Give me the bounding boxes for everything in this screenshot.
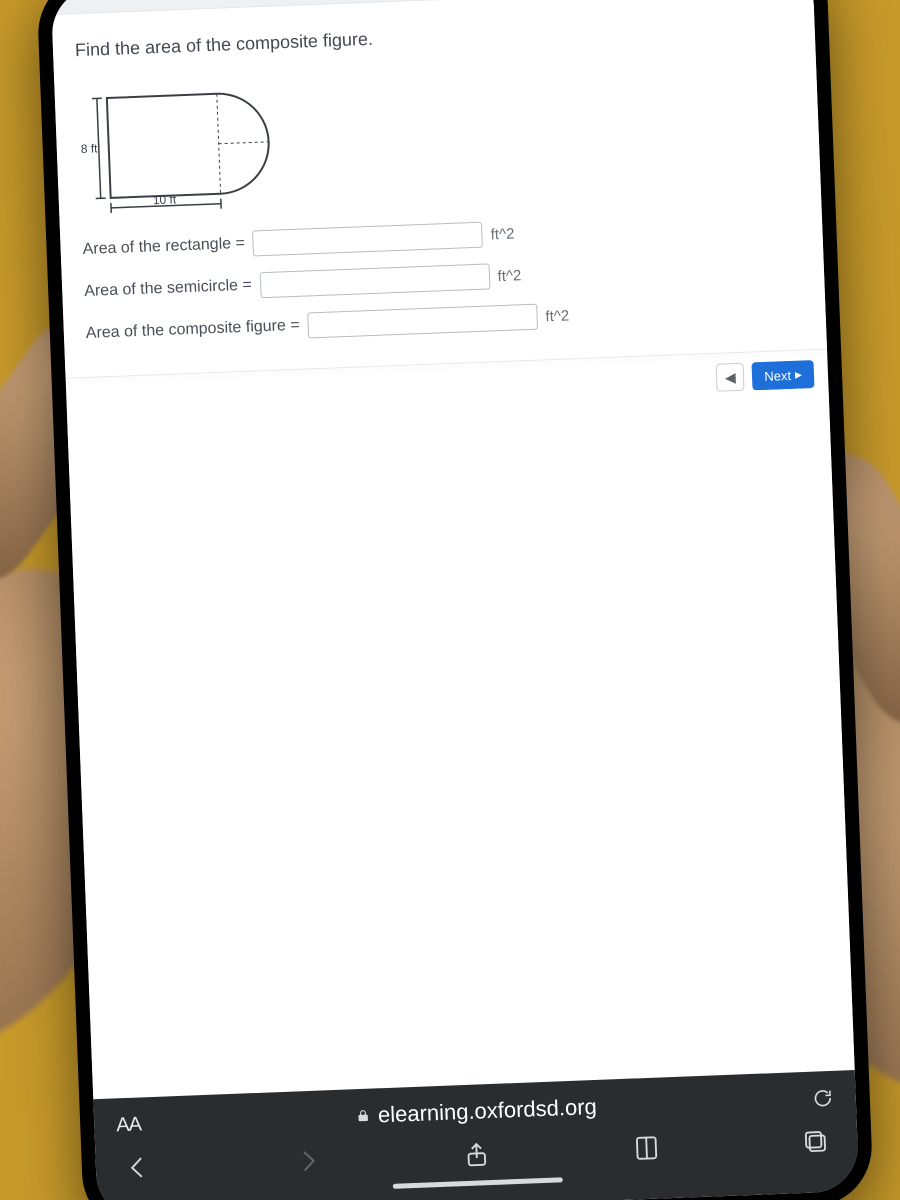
- back-icon[interactable]: [123, 1153, 152, 1182]
- unit-label: ft^2: [490, 225, 514, 243]
- home-indicator[interactable]: [393, 1177, 563, 1189]
- answer-label: Area of the semicircle =: [84, 277, 252, 301]
- forward-icon[interactable]: [293, 1147, 322, 1176]
- answer-row-composite: Area of the composite figure = ft^2: [85, 293, 803, 347]
- chevron-left-icon: ◀: [725, 369, 736, 386]
- next-button-label: Next: [764, 367, 791, 383]
- composite-area-input[interactable]: [307, 304, 538, 339]
- unit-label: ft^2: [497, 267, 521, 285]
- figure-height-label: 8 ft: [81, 141, 99, 156]
- rectangle-area-input[interactable]: [252, 222, 483, 257]
- unit-label: ft^2: [545, 307, 569, 325]
- question-title: Find the area of the composite figure.: [75, 13, 793, 62]
- answer-label: Area of the rectangle =: [82, 235, 245, 259]
- content-blank: [67, 388, 855, 1100]
- text-size-button[interactable]: AA: [116, 1113, 142, 1137]
- answer-label: Area of the composite figure =: [86, 317, 300, 343]
- phone-screen: Find the area of the composite figure.: [51, 0, 860, 1200]
- question-card: Find the area of the composite figure.: [52, 0, 827, 379]
- tabs-icon[interactable]: [801, 1127, 830, 1156]
- chevron-right-icon: ▶: [795, 369, 802, 380]
- share-icon[interactable]: [462, 1140, 491, 1169]
- prev-button[interactable]: ◀: [716, 363, 745, 392]
- next-button[interactable]: Next ▶: [752, 360, 815, 390]
- phone-frame: Find the area of the composite figure.: [36, 0, 874, 1200]
- composite-figure: 8 ft 10 ft: [76, 52, 799, 219]
- figure-svg: 8 ft 10 ft: [76, 71, 291, 219]
- address-domain: elearning.oxfordsd.org: [377, 1094, 597, 1128]
- semicircle-area-input[interactable]: [259, 263, 490, 298]
- refresh-icon[interactable]: [811, 1087, 834, 1110]
- lock-icon: [356, 1109, 371, 1124]
- figure-width-label: 10 ft: [153, 192, 178, 207]
- bookmarks-icon[interactable]: [632, 1134, 661, 1163]
